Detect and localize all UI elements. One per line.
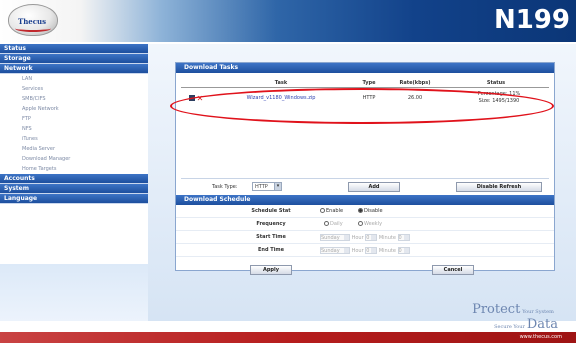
cancel-button[interactable]: Cancel bbox=[432, 265, 474, 275]
end-minute-value: 0 bbox=[398, 248, 402, 254]
disable-refresh-button[interactable]: Disable Refresh bbox=[456, 182, 542, 192]
col-rate: Rate(kbps) bbox=[387, 79, 443, 88]
chevron-down-icon bbox=[344, 235, 349, 240]
start-hour-label: Hour bbox=[351, 235, 364, 241]
schedule-actions-row: Apply Cancel bbox=[176, 265, 554, 279]
end-minute-label: Minute bbox=[378, 248, 396, 254]
secure-your-word: Secure Your bbox=[494, 324, 525, 330]
start-hour-select[interactable]: 0 bbox=[365, 234, 378, 241]
start-hour-value: 0 bbox=[366, 235, 370, 241]
start-minute-select[interactable]: 0 bbox=[397, 234, 410, 241]
brand-logo[interactable]: Thecus bbox=[8, 4, 58, 36]
footer-url[interactable]: www.thecus.com bbox=[520, 334, 562, 340]
highlight-ellipse bbox=[170, 88, 554, 124]
end-time-controls: Sunday Hour 0 Minute 0 bbox=[320, 247, 410, 254]
weekly-option[interactable]: Weekly bbox=[358, 221, 382, 227]
col-task: Task bbox=[211, 79, 351, 88]
start-time-row: Start Time Sunday Hour 0 Minute 0 bbox=[176, 231, 554, 244]
nav-item-ftp[interactable]: FTP bbox=[0, 114, 148, 124]
nav-item-lan[interactable]: LAN bbox=[0, 74, 148, 84]
nav-item-services[interactable]: Services bbox=[0, 84, 148, 94]
chevron-down-icon bbox=[403, 248, 409, 253]
schedule-stat-label: Schedule Stat bbox=[251, 208, 291, 214]
protect-brand: Protect Your System Secure Your Data bbox=[472, 302, 558, 332]
nav-item-download-manager[interactable]: Download Manager bbox=[0, 154, 148, 164]
disable-radio[interactable] bbox=[358, 208, 363, 213]
add-button[interactable]: Add bbox=[348, 182, 400, 192]
nav-network[interactable]: Network bbox=[0, 64, 148, 74]
nav-item-smb[interactable]: SMB/CIFS bbox=[0, 94, 148, 104]
frequency-label: Frequency bbox=[256, 221, 286, 227]
header-banner: Thecus N199 bbox=[0, 0, 576, 42]
chevron-down-icon bbox=[371, 235, 377, 240]
chevron-down-icon: ▾ bbox=[274, 183, 281, 190]
end-time-row: End Time Sunday Hour 0 Minute 0 bbox=[176, 244, 554, 257]
footer-bar: www.thecus.com bbox=[0, 332, 576, 343]
nav-accounts[interactable]: Accounts bbox=[0, 174, 148, 184]
nav-language[interactable]: Language bbox=[0, 194, 148, 204]
nav-storage[interactable]: Storage bbox=[0, 54, 148, 64]
nav-system[interactable]: System bbox=[0, 184, 148, 194]
download-schedule-section: Download Schedule Schedule Stat Enable D… bbox=[176, 195, 554, 257]
nav-item-nfs[interactable]: NFS bbox=[0, 124, 148, 134]
nav-item-apple-network[interactable]: Apple Network bbox=[0, 104, 148, 114]
weekly-radio[interactable] bbox=[358, 221, 363, 226]
sidebar-nav: Status Storage Network LAN Services SMB/… bbox=[0, 44, 148, 321]
nav-status[interactable]: Status bbox=[0, 44, 148, 54]
enable-label: Enable bbox=[326, 208, 344, 214]
start-minute-label: Minute bbox=[378, 235, 396, 241]
enable-radio[interactable] bbox=[320, 208, 325, 213]
model-name: N199 bbox=[493, 5, 570, 35]
nav-background bbox=[0, 264, 148, 321]
nav-item-itunes[interactable]: iTunes bbox=[0, 134, 148, 144]
data-word: Data bbox=[526, 317, 558, 332]
end-hour-value: 0 bbox=[366, 248, 370, 254]
task-type-row: Task Type: HTTP ▾ Add Disable Refresh bbox=[176, 181, 554, 195]
chevron-down-icon bbox=[403, 235, 409, 240]
download-schedule-title: Download Schedule bbox=[176, 195, 554, 205]
schedule-stat-row: Schedule Stat Enable Disable bbox=[176, 205, 554, 218]
logo-swoosh bbox=[15, 25, 51, 32]
col-actions bbox=[181, 79, 211, 88]
download-tasks-title: Download Tasks bbox=[176, 63, 554, 73]
daily-label: Daily bbox=[330, 221, 343, 227]
start-minute-value: 0 bbox=[398, 235, 402, 241]
start-day-select[interactable]: Sunday bbox=[320, 234, 350, 241]
chevron-down-icon bbox=[344, 248, 349, 253]
start-time-label: Start Time bbox=[256, 234, 286, 240]
frequency-row: Frequency Daily Weekly bbox=[176, 218, 554, 231]
chevron-down-icon bbox=[371, 248, 377, 253]
col-status: Status bbox=[443, 79, 549, 88]
weekly-label: Weekly bbox=[364, 221, 383, 227]
disable-label: Disable bbox=[364, 208, 383, 214]
protect-word: Protect bbox=[472, 302, 521, 317]
apply-button[interactable]: Apply bbox=[250, 265, 292, 275]
nav-item-media-server[interactable]: Media Server bbox=[0, 144, 148, 154]
end-minute-select[interactable]: 0 bbox=[397, 247, 410, 254]
end-day-select[interactable]: Sunday bbox=[320, 247, 350, 254]
daily-option[interactable]: Daily bbox=[324, 221, 343, 227]
end-hour-select[interactable]: 0 bbox=[365, 247, 378, 254]
start-time-controls: Sunday Hour 0 Minute 0 bbox=[320, 234, 410, 241]
disable-option[interactable]: Disable bbox=[358, 208, 383, 214]
end-hour-label: Hour bbox=[351, 248, 364, 254]
enable-option[interactable]: Enable bbox=[320, 208, 343, 214]
your-system-word: Your System bbox=[522, 309, 554, 315]
task-list-empty-area bbox=[181, 123, 549, 179]
task-type-value: HTTP bbox=[255, 184, 268, 190]
start-day-value: Sunday bbox=[321, 235, 340, 241]
end-time-label: End Time bbox=[257, 247, 285, 253]
nav-item-home-targets[interactable]: Home Targets bbox=[0, 164, 148, 174]
task-type-select[interactable]: HTTP ▾ bbox=[252, 182, 282, 191]
col-type: Type bbox=[351, 79, 387, 88]
end-day-value: Sunday bbox=[321, 248, 340, 254]
daily-radio[interactable] bbox=[324, 221, 329, 226]
task-type-label: Task Type: bbox=[212, 184, 238, 190]
